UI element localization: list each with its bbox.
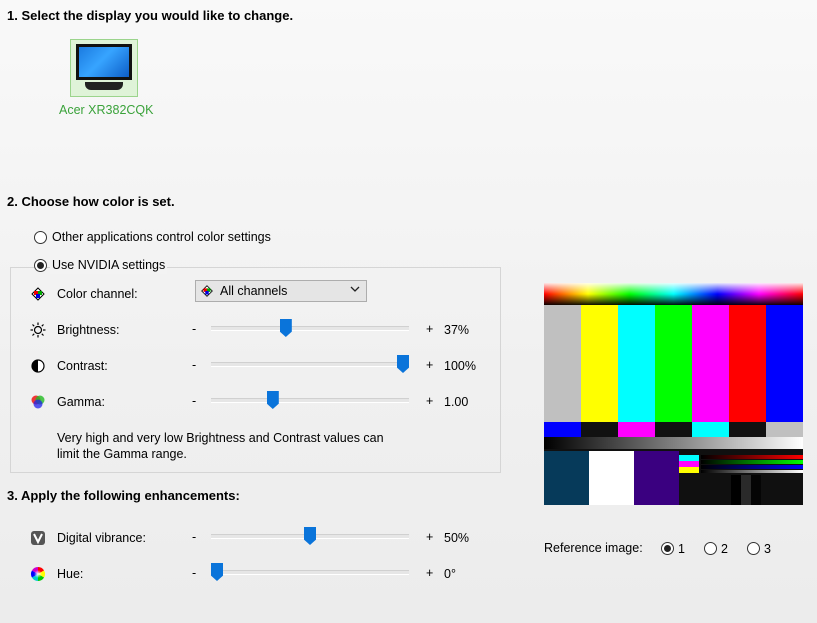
digital-vibrance-minus: -	[192, 530, 197, 544]
radio-other-apps[interactable]	[34, 231, 47, 244]
radio-nvidia-settings[interactable]	[34, 259, 47, 272]
color-channel-value: All channels	[220, 284, 288, 298]
section3-heading: 3. Apply the following enhancements:	[7, 488, 240, 503]
brightness-plus: +	[426, 322, 434, 336]
digital-vibrance-slider-thumb[interactable]	[304, 527, 316, 545]
monitor-icon	[76, 44, 132, 80]
gamma-plus: +	[426, 394, 434, 408]
reference-radio-2-label[interactable]: 2	[721, 542, 728, 556]
monitor-stand	[85, 82, 123, 90]
reference-radio-1-label[interactable]: 1	[678, 542, 685, 556]
contrast-slider-track[interactable]	[211, 362, 409, 367]
color-channel-dropdown[interactable]: All channels	[195, 280, 367, 302]
digital-vibrance-value: 50%	[444, 531, 470, 545]
reference-radio-1[interactable]	[661, 542, 674, 555]
reference-radio-3-label[interactable]: 3	[764, 542, 771, 556]
gamma-range-note: Very high and very low Brightness and Co…	[57, 431, 384, 461]
display-tile[interactable]	[70, 39, 138, 97]
hue-icon	[31, 567, 45, 581]
contrast-plus: +	[426, 358, 434, 372]
reference-radio-2[interactable]	[704, 542, 717, 555]
gamma-minus: -	[192, 394, 197, 408]
color-channel-label: Color channel:	[57, 287, 138, 301]
brightness-slider-track[interactable]	[211, 326, 409, 331]
color-channel-icon	[31, 287, 45, 301]
digital-vibrance-label: Digital vibrance:	[57, 531, 146, 545]
brightness-icon	[30, 322, 46, 338]
hue-slider-thumb[interactable]	[211, 563, 223, 581]
section1-heading: 1. Select the display you would like to …	[7, 8, 294, 23]
radio-nvidia-settings-label[interactable]: Use NVIDIA settings	[50, 258, 168, 274]
digital-vibrance-icon	[31, 531, 45, 545]
radio-other-apps-label[interactable]: Other applications control color setting…	[52, 230, 271, 244]
brightness-minus: -	[192, 322, 197, 336]
contrast-icon	[31, 359, 45, 373]
display-name[interactable]: Acer XR382CQK	[59, 103, 153, 117]
gamma-value: 1.00	[444, 395, 469, 409]
contrast-value: 100%	[444, 359, 476, 373]
brightness-value: 37%	[444, 323, 470, 337]
reference-image-label: Reference image:	[544, 541, 643, 555]
hue-label: Hue:	[57, 567, 84, 581]
hue-value: 0°	[444, 567, 456, 581]
digital-vibrance-plus: +	[426, 530, 434, 544]
gamma-label: Gamma:	[57, 395, 105, 409]
brightness-label: Brightness:	[57, 323, 120, 337]
gamma-icon	[31, 395, 45, 409]
gamma-slider-track[interactable]	[211, 398, 409, 403]
color-channel-dropdown-icon	[201, 285, 213, 297]
hue-slider-track[interactable]	[211, 570, 409, 575]
reference-radio-3[interactable]	[747, 542, 760, 555]
hue-minus: -	[192, 566, 197, 580]
hue-plus: +	[426, 566, 434, 580]
chevron-down-icon	[350, 286, 360, 292]
contrast-minus: -	[192, 358, 197, 372]
contrast-label: Contrast:	[57, 359, 108, 373]
section2-heading: 2. Choose how color is set.	[7, 194, 175, 209]
reference-test-pattern	[544, 283, 803, 505]
